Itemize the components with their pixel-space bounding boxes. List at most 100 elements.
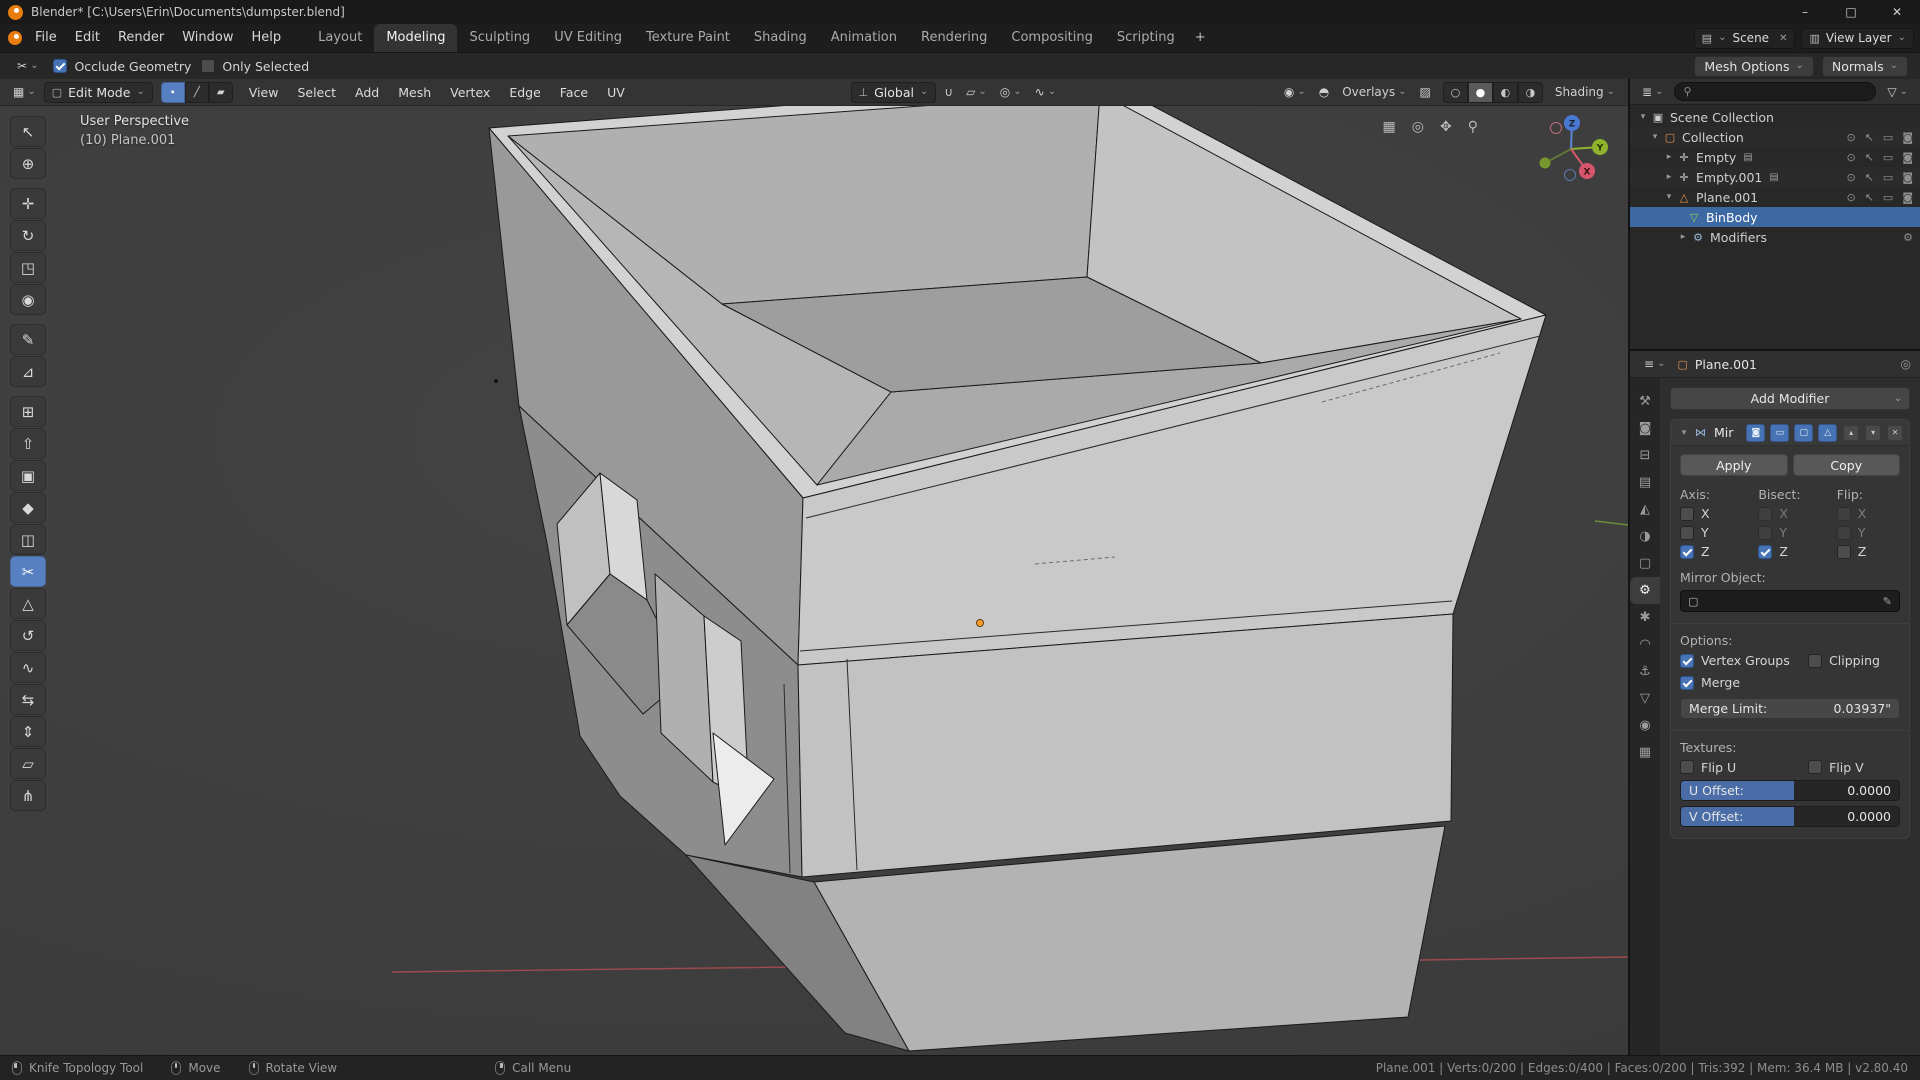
ortho-grid-icon[interactable]: ▦ (1383, 120, 1396, 134)
editor-type-button[interactable]: ▦ ⌄ (8, 81, 41, 103)
viewport-disable-icon[interactable]: ▭ (1883, 151, 1893, 164)
menu-edge[interactable]: Edge (501, 85, 548, 100)
copy-button[interactable]: Copy (1793, 454, 1901, 476)
expand-arrow-icon[interactable]: ▾ (1648, 132, 1662, 142)
viewport-disable-icon[interactable]: ▭ (1883, 191, 1893, 204)
display-render-toggle[interactable]: ◙ (1746, 424, 1765, 442)
outliner-row-scene-collection[interactable]: ▾ ▣ Scene Collection (1630, 107, 1920, 127)
wrench-icon[interactable]: ⚙ (1903, 231, 1913, 244)
tool-shrink-fatten[interactable]: ⇕ (10, 716, 46, 747)
tab-layout[interactable]: Layout (306, 24, 374, 52)
tool-loop-cut[interactable]: ◫ (10, 524, 46, 555)
render-disable-icon[interactable]: ◙ (1902, 151, 1913, 164)
prop-tab-material[interactable]: ◉ (1630, 712, 1660, 739)
tool-transform[interactable]: ◉ (10, 284, 46, 315)
tool-move[interactable]: ✛ (10, 188, 46, 219)
eye-icon[interactable]: ⊙ (1846, 151, 1855, 164)
tool-knife[interactable]: ✂ (10, 556, 46, 587)
outliner-row-empty[interactable]: ▸ ✛ Empty ▤ ⊙ ↖ ▭ ◙ (1630, 147, 1920, 167)
render-disable-icon[interactable]: ◙ (1902, 171, 1913, 184)
face-select-button[interactable]: ▰ (209, 82, 233, 103)
prop-tab-texture[interactable]: ▦ (1630, 739, 1660, 766)
tool-extrude-region[interactable]: ⇧ (10, 428, 46, 459)
menu-mesh[interactable]: Mesh (390, 85, 439, 100)
display-editmode-toggle[interactable]: ▢ (1794, 424, 1813, 442)
viewport-3d-scene[interactable]: Z Y X (0, 106, 1628, 1055)
snap-target-dropdown[interactable]: ▱ ⌄ (961, 81, 992, 103)
add-modifier-dropdown[interactable]: Add Modifier ⌄ (1670, 387, 1910, 410)
bisect-x-checkbox[interactable]: X (1758, 506, 1828, 521)
flip-y-checkbox[interactable]: Y (1837, 525, 1900, 540)
menu-add[interactable]: Add (347, 85, 387, 100)
menu-face[interactable]: Face (552, 85, 596, 100)
maximize-button[interactable]: □ (1828, 0, 1874, 24)
display-cage-toggle[interactable]: △ (1818, 424, 1837, 442)
tab-sculpting[interactable]: Sculpting (457, 24, 542, 52)
prop-tab-tool[interactable]: ⚒ (1630, 388, 1660, 415)
prop-tab-modifiers[interactable]: ⚙ (1630, 577, 1660, 604)
pin-icon[interactable]: ◎ (1901, 357, 1911, 371)
tool-add-cube[interactable]: ⊞ (10, 396, 46, 427)
modifier-name-field[interactable]: Mir (1714, 425, 1733, 440)
tool-measure[interactable]: ⊿ (10, 356, 46, 387)
selectable-icon[interactable]: ↖ (1865, 191, 1874, 204)
tool-annotate[interactable]: ✎ (10, 324, 46, 355)
bisect-y-checkbox[interactable]: Y (1758, 525, 1828, 540)
transform-orientation-dropdown[interactable]: ⊥ Global ⌄ (851, 82, 937, 103)
axis-x-checkbox[interactable]: X (1680, 506, 1750, 521)
prop-tab-object[interactable]: ▢ (1630, 550, 1660, 577)
prop-tab-scene[interactable]: ◭ (1630, 496, 1660, 523)
solid-shading-button[interactable]: ● (1468, 82, 1493, 103)
camera-view-icon[interactable]: ◎ (1412, 120, 1424, 134)
bisect-z-checkbox[interactable]: Z (1758, 544, 1828, 559)
menu-window[interactable]: Window (173, 24, 242, 52)
shading-dropdown[interactable]: Shading ⌄ (1550, 81, 1620, 103)
u-offset-slider[interactable]: U Offset: 0.0000 (1680, 780, 1900, 801)
prop-tab-physics[interactable]: ◠ (1630, 631, 1660, 658)
tool-poly-build[interactable]: △ (10, 588, 46, 619)
expand-arrow-icon[interactable]: ▾ (1677, 428, 1691, 438)
snap-toggle-button[interactable]: ∪ (939, 81, 958, 103)
expand-arrow-icon[interactable]: ▸ (1662, 172, 1676, 182)
tool-shear[interactable]: ▱ (10, 748, 46, 779)
xray-toggle-button[interactable]: ▨ (1415, 81, 1436, 103)
eye-icon[interactable]: ⊙ (1846, 191, 1855, 204)
display-realtime-toggle[interactable]: ▭ (1770, 424, 1789, 442)
normals-dropdown[interactable]: Normals ⌄ (1822, 56, 1908, 77)
scene-selector[interactable]: ▤ ⌄ Scene ✕ (1694, 28, 1796, 49)
tool-edge-slide[interactable]: ⇆ (10, 684, 46, 715)
blender-menu-icon[interactable] (8, 31, 22, 45)
tab-uv-editing[interactable]: UV Editing (542, 24, 634, 52)
prop-tab-world[interactable]: ◑ (1630, 523, 1660, 550)
tab-shading[interactable]: Shading (742, 24, 819, 52)
outliner-search-input[interactable]: ⚲ (1674, 82, 1876, 101)
falloff-dropdown[interactable]: ∿ ⌄ (1030, 81, 1061, 103)
tool-cursor[interactable]: ⊕ (10, 148, 46, 179)
unlink-scene-icon[interactable]: ✕ (1779, 33, 1787, 44)
vertex-select-button[interactable]: ∙ (161, 82, 185, 103)
merge-checkbox[interactable]: Merge (1680, 675, 1740, 690)
menu-edit[interactable]: Edit (66, 24, 109, 52)
axis-y-checkbox[interactable]: Y (1680, 525, 1750, 540)
expand-arrow-icon[interactable]: ▸ (1662, 152, 1676, 162)
add-workspace-button[interactable]: + (1187, 24, 1214, 52)
tool-tweak-select[interactable]: ↖ (10, 116, 46, 147)
viewport-3d[interactable]: Z Y X User Perspective (10) Plane.001 ▦ … (0, 106, 1628, 1055)
menu-help[interactable]: Help (243, 24, 291, 52)
occlude-geometry-checkbox[interactable]: Occlude Geometry (53, 59, 191, 74)
menu-uv[interactable]: UV (599, 85, 633, 100)
eye-icon[interactable]: ⊙ (1846, 171, 1855, 184)
rendered-shading-button[interactable]: ◑ (1518, 82, 1543, 103)
tab-texture-paint[interactable]: Texture Paint (634, 24, 742, 52)
close-button[interactable]: ✕ (1874, 0, 1920, 24)
menu-view[interactable]: View (241, 85, 287, 100)
proportional-editing-button[interactable]: ◎ ⌄ (995, 81, 1027, 103)
tab-animation[interactable]: Animation (819, 24, 909, 52)
wireframe-shading-button[interactable]: ○ (1443, 82, 1468, 103)
outliner-editor-type-button[interactable]: ≣ ⌄ (1637, 81, 1668, 103)
active-tool-icon-button[interactable]: ✂ ⌄ (12, 55, 43, 77)
prop-tab-object-data[interactable]: ▽ (1630, 685, 1660, 712)
outliner-row-modifiers[interactable]: ▸ ⚙ Modifiers ⚙ (1630, 227, 1920, 247)
viewport-disable-icon[interactable]: ▭ (1883, 131, 1893, 144)
pan-hand-icon[interactable]: ✥ (1440, 120, 1452, 134)
